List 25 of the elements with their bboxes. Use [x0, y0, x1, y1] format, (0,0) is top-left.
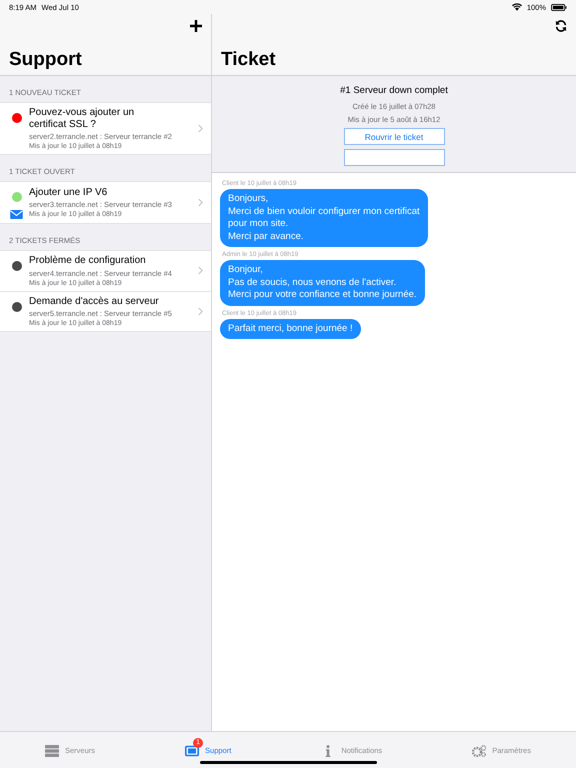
gears-icon: [472, 744, 486, 756]
wifi-icon: [512, 3, 522, 11]
ticket-title: Pouvez-vous ajouter un certificat SSL ?: [29, 107, 136, 130]
message-bubble: Parfait merci, bonne journée !: [220, 318, 361, 340]
server-stack-icon: [45, 744, 59, 756]
page-title: Support: [9, 49, 83, 71]
refresh-icon: [555, 20, 567, 32]
message-bubble: Bonjour, Pas de soucis, nous venons de l'activer. Merci pour votre confiance et bonne journée.: [220, 260, 425, 306]
battery-icon: [551, 4, 567, 10]
chevron-icon: [198, 266, 203, 276]
refresh-button[interactable]: [555, 20, 567, 32]
ticket-title: Ajouter une IP V6: [29, 186, 108, 198]
plus-icon: [190, 20, 202, 32]
page-title: Ticket: [221, 49, 277, 71]
chevron-icon: [198, 198, 203, 207]
text-field[interactable]: [344, 149, 444, 166]
chevron-icon: [198, 124, 203, 133]
ticket-heading: #1 Serveur down complet: [340, 85, 448, 96]
chevron-icon: [198, 306, 203, 316]
ticket-icon: [185, 744, 200, 756]
reopen-button[interactable]: Rouvrir le ticket: [344, 128, 444, 145]
add-button[interactable]: [190, 20, 202, 32]
ticket-title: Demande d'accès au serveur: [29, 296, 160, 307]
message-bubble: Bonjours, Merci de bien vouloir configurer mon certificat pour mon site. Merci par avance.: [220, 189, 428, 248]
ticket-title: Problème de configuration: [29, 255, 147, 266]
